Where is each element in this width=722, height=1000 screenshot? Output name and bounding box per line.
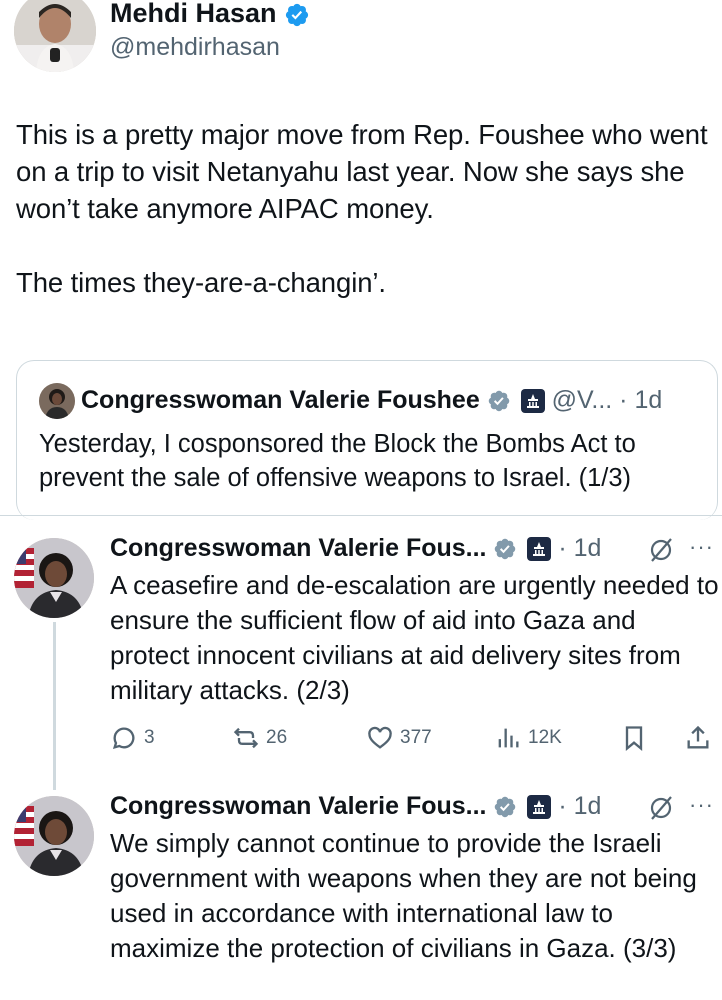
quoted-author-name[interactable]: Congresswoman Valerie Foushee: [81, 386, 480, 414]
bookmark-button[interactable]: [620, 724, 648, 752]
author-name[interactable]: Mehdi Hasan: [110, 0, 310, 29]
quoted-author-avatar[interactable]: [39, 383, 75, 419]
share-icon: [687, 725, 709, 749]
author-handle[interactable]: @mehdirhasan: [110, 33, 280, 62]
reply-author-name[interactable]: Congresswoman Valerie Fous...: [110, 534, 487, 562]
quoted-tweet-time[interactable]: · 1d: [619, 386, 662, 414]
government-badge-icon: [527, 537, 552, 562]
like-button[interactable]: 377: [366, 724, 432, 752]
quoted-tweet-text: Yesterday, I cosponsored the Block the B…: [39, 430, 636, 492]
retweet-button[interactable]: 26: [232, 724, 287, 752]
bookmark-icon: [625, 726, 643, 751]
verified-badge-icon: [495, 797, 516, 818]
views-icon: [498, 728, 519, 748]
verified-badge-icon: [495, 539, 516, 560]
share-button[interactable]: [684, 724, 712, 752]
views-count: 12K: [528, 727, 562, 748]
views-button[interactable]: 12K: [494, 724, 562, 752]
grok-icon[interactable]: [646, 535, 676, 565]
reply-text: A ceasefire and de-escalation are urgent…: [110, 570, 719, 705]
divider: [0, 515, 722, 516]
tweet-text: This is a pretty major move from Rep. Fo…: [16, 119, 708, 298]
reply-count: 3: [144, 727, 155, 748]
reply-header: Congresswoman Valerie Fous... · 1d: [110, 792, 601, 821]
more-icon[interactable]: ···: [689, 534, 714, 560]
author-name-text[interactable]: Mehdi Hasan: [110, 0, 277, 28]
government-badge-icon: [527, 795, 552, 820]
reply-icon: [112, 727, 135, 750]
reply-author-name[interactable]: Congresswoman Valerie Fous...: [110, 792, 487, 820]
quoted-author-handle[interactable]: @V...: [552, 386, 613, 414]
quoted-tweet-header: Congresswoman Valerie Foushee @V... · 1d: [81, 386, 662, 415]
retweet-icon: [233, 727, 259, 749]
government-badge-icon: [520, 389, 545, 414]
retweet-count: 26: [266, 727, 288, 748]
verified-badge-icon: [488, 391, 509, 412]
reply-author-avatar[interactable]: [14, 538, 94, 618]
verified-badge-icon: [285, 3, 309, 26]
reply-button[interactable]: 3: [110, 724, 155, 752]
reply-time[interactable]: · 1d: [558, 792, 601, 820]
reply-text: We simply cannot continue to provide the…: [110, 828, 697, 963]
thread-line: [53, 622, 56, 790]
reply-author-avatar[interactable]: [14, 796, 94, 876]
grok-icon[interactable]: [646, 793, 676, 823]
like-count: 377: [400, 727, 432, 748]
reply-header: Congresswoman Valerie Fous... · 1d: [110, 534, 601, 563]
more-icon[interactable]: ···: [689, 792, 714, 818]
reply-time[interactable]: · 1d: [558, 534, 601, 562]
like-icon: [368, 726, 392, 749]
quoted-tweet-card[interactable]: Congresswoman Valerie Foushee @V... · 1d…: [16, 360, 718, 520]
author-avatar[interactable]: [14, 0, 96, 72]
